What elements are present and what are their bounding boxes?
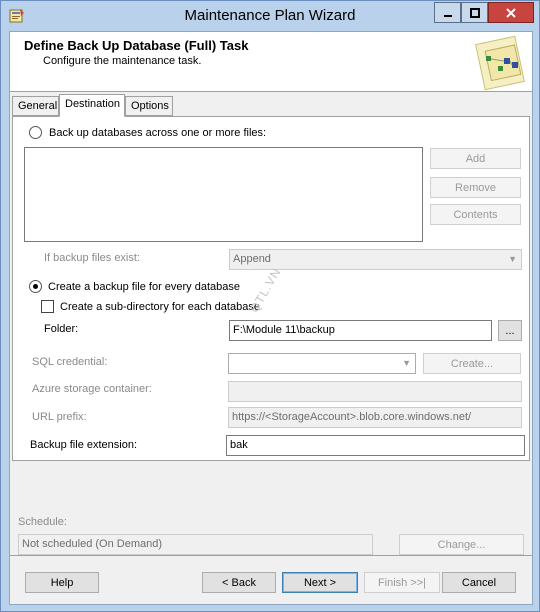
browse-folder-button[interactable]: ... [498,320,522,341]
title-bar[interactable]: Maintenance Plan Wizard [1,1,539,31]
if-backup-exists-value: Append [233,253,271,265]
wizard-header: Define Back Up Database (Full) Task Conf… [10,32,532,92]
sql-credential-label: SQL credential: [32,356,108,368]
minimize-icon [443,14,452,17]
tab-label: Destination [65,98,121,110]
schedule-input[interactable]: Not scheduled (On Demand) [18,534,373,555]
page-subtitle: Configure the maintenance task. [43,55,202,67]
subdirectory-checkbox[interactable] [41,300,54,313]
schedule-label: Schedule: [18,516,67,528]
add-button[interactable]: Add [430,148,521,169]
per-database-radio[interactable] [29,280,42,293]
remove-button[interactable]: Remove [430,177,521,198]
across-files-radio[interactable] [29,126,42,139]
next-button[interactable]: Next > [282,572,358,593]
finish-button[interactable]: Finish >>| [364,572,440,593]
close-icon [506,7,516,18]
backup-extension-input[interactable]: bak [226,435,525,456]
subdirectory-label: Create a sub-directory for each database [60,301,260,313]
close-button[interactable] [488,2,534,23]
sql-credential-dropdown[interactable]: ▼ [228,353,416,374]
change-schedule-button[interactable]: Change... [399,534,524,555]
maximize-icon [469,7,480,18]
tab-options[interactable]: Options [125,96,173,116]
tab-label: Options [131,100,169,112]
cancel-button[interactable]: Cancel [442,572,516,593]
chevron-down-icon: ▼ [402,358,411,368]
url-prefix-label: URL prefix: [32,411,87,423]
folder-input[interactable]: F:\Module 11\backup [229,320,492,341]
backup-extension-label: Backup file extension: [30,439,138,451]
tab-destination[interactable]: Destination [59,94,125,117]
back-button[interactable]: < Back [202,572,276,593]
page-title: Define Back Up Database (Full) Task [24,38,249,53]
create-credential-button[interactable]: Create... [423,353,521,374]
backup-files-list[interactable] [24,147,423,242]
across-files-label: Back up databases across one or more fil… [49,127,267,139]
chevron-down-icon: ▼ [508,254,517,264]
wizard-client-area: Define Back Up Database (Full) Task Conf… [9,31,533,605]
per-database-label: Create a backup file for every database [48,281,241,293]
minimize-button[interactable] [434,2,461,23]
url-prefix-input[interactable]: https://<StorageAccount>.blob.core.windo… [228,407,522,428]
folder-label: Folder: [44,323,79,335]
contents-button[interactable]: Contents [430,204,521,225]
help-button[interactable]: Help [25,572,99,593]
azure-container-label: Azure storage container: [32,383,152,395]
maximize-button[interactable] [461,2,488,23]
tab-label: General [18,100,58,112]
wizard-banner-graphic [475,35,525,90]
maintenance-plan-wizard-window: Maintenance Plan Wizard Define Back Up D… [0,0,540,612]
footer-divider [10,555,532,556]
azure-container-input[interactable] [228,381,522,402]
if-backup-exists-label: If backup files exist: [44,252,140,264]
tab-general[interactable]: General [12,96,59,116]
